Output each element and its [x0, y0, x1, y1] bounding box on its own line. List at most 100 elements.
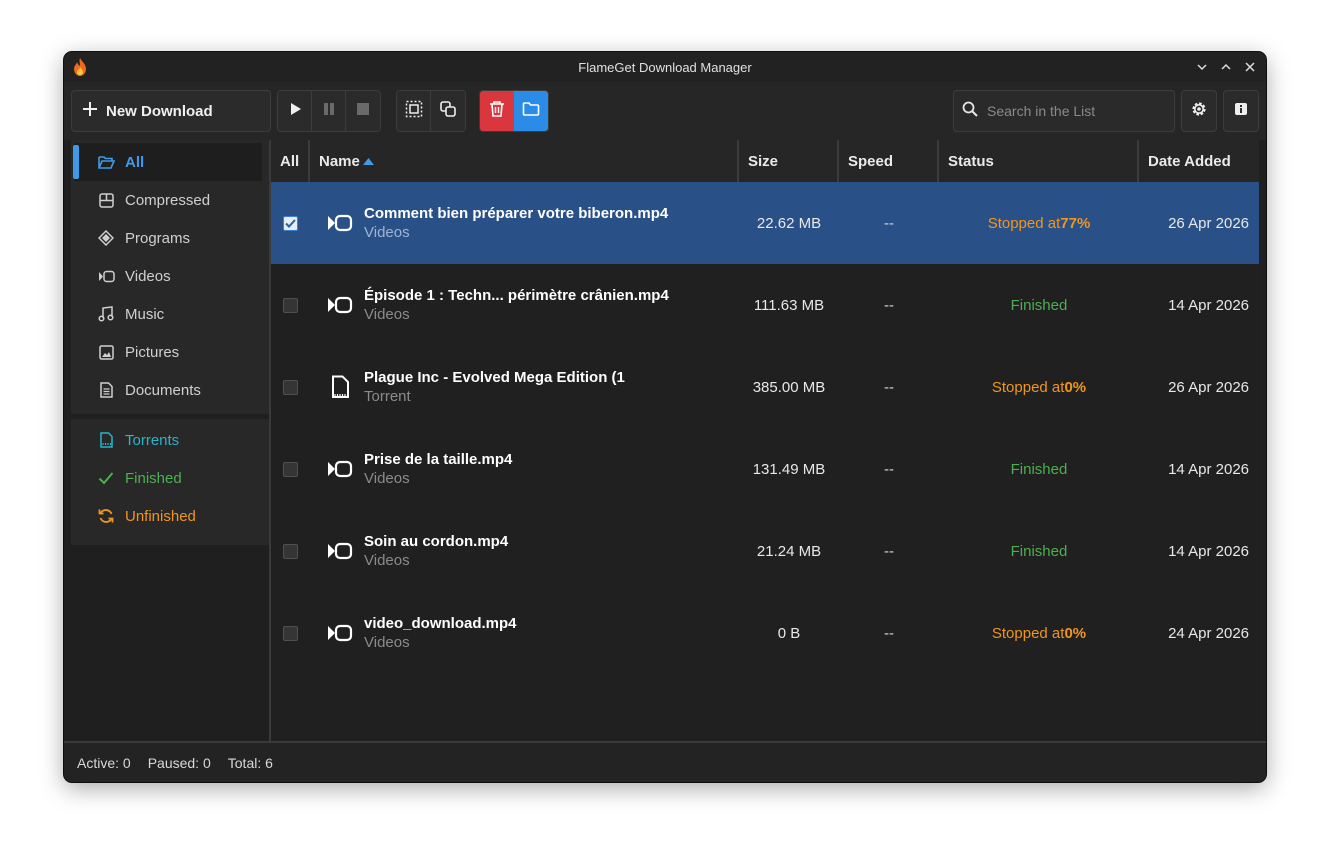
- file-meta: Épisode 1 : Techn... périmètre crânien.m…: [364, 287, 669, 323]
- video-file-icon: [326, 621, 354, 645]
- file-type: Videos: [364, 634, 410, 651]
- table-row[interactable]: Comment bien préparer votre biberon.mp4 …: [271, 182, 1259, 264]
- row-checkbox-cell: [271, 182, 310, 264]
- stop-icon: [357, 102, 369, 120]
- search-input[interactable]: [987, 103, 1167, 119]
- pause-icon: [322, 102, 336, 121]
- download-status: Finished: [939, 510, 1139, 592]
- status-filter-list: Torrents Finished Unfinished: [71, 419, 269, 545]
- file-meta: Plague Inc - Evolved Mega Edition (1 Tor…: [364, 369, 625, 405]
- resume-button[interactable]: [278, 91, 312, 131]
- sidebar-item-finished[interactable]: Finished: [71, 459, 269, 497]
- video-icon: [97, 267, 115, 285]
- date-added: 14 Apr 2026: [1168, 296, 1249, 314]
- column-header-name[interactable]: Name: [310, 140, 739, 182]
- new-download-button[interactable]: New Download: [71, 90, 271, 132]
- file-size: 385.00 MB: [752, 378, 826, 396]
- sidebar-item-programs[interactable]: Programs: [71, 219, 269, 257]
- download-status: Stopped at 0%: [939, 592, 1139, 674]
- file-type: Videos: [364, 552, 410, 569]
- folder-icon: [522, 101, 540, 122]
- minimize-button[interactable]: [1192, 57, 1212, 77]
- sidebar-item-torrents[interactable]: Torrents: [71, 421, 269, 459]
- file-type: Videos: [364, 470, 410, 487]
- status-text: Stopped at: [987, 214, 1061, 232]
- toolbar: New Download: [64, 82, 1266, 140]
- column-header-status[interactable]: Status: [939, 140, 1139, 182]
- row-checkbox[interactable]: [283, 379, 298, 395]
- row-checkbox[interactable]: [283, 297, 298, 313]
- stop-button[interactable]: [346, 91, 380, 131]
- row-checkbox[interactable]: [283, 215, 298, 231]
- file-type: Torrent: [364, 388, 411, 405]
- window-title: FlameGet Download Manager: [578, 59, 752, 75]
- playback-group: [277, 90, 381, 132]
- flame-icon: [71, 57, 89, 77]
- sidebar-item-label: Programs: [125, 229, 191, 247]
- gear-icon: [1190, 100, 1208, 123]
- row-checkbox-cell: [271, 264, 310, 346]
- column-header-size[interactable]: Size: [739, 140, 839, 182]
- file-name: Comment bien préparer votre biberon.mp4: [364, 205, 669, 222]
- row-checkbox-cell: [271, 510, 310, 592]
- copy-icon: [439, 100, 457, 123]
- sidebar-item-compressed[interactable]: Compressed: [71, 181, 269, 219]
- select-all-button[interactable]: [397, 91, 431, 131]
- category-list: All Compressed Programs Videos Music Pic…: [71, 140, 269, 414]
- folder-open-icon: [97, 153, 115, 171]
- settings-button[interactable]: [1181, 90, 1217, 132]
- date-added: 26 Apr 2026: [1168, 214, 1249, 232]
- table-row[interactable]: video_download.mp4 Videos 0 B -- Stopped…: [271, 592, 1259, 674]
- video-file-icon: [326, 211, 354, 235]
- sidebar-item-all[interactable]: All: [73, 143, 262, 181]
- sidebar-item-unfinished[interactable]: Unfinished: [71, 497, 269, 535]
- sidebar-item-label: Documents: [125, 381, 201, 399]
- paused-count: Paused: 0: [147, 754, 211, 771]
- file-name: video_download.mp4: [364, 615, 517, 632]
- column-header-speed[interactable]: Speed: [839, 140, 939, 182]
- table-row[interactable]: Épisode 1 : Techn... périmètre crânien.m…: [271, 264, 1259, 346]
- row-checkbox[interactable]: [283, 543, 298, 559]
- maximize-button[interactable]: [1216, 57, 1236, 77]
- status-text: Stopped at: [991, 624, 1065, 642]
- close-button[interactable]: [1240, 57, 1260, 77]
- date-added: 14 Apr 2026: [1168, 460, 1249, 478]
- table-row[interactable]: Prise de la taille.mp4 Videos 131.49 MB …: [271, 428, 1259, 510]
- pause-button[interactable]: [312, 91, 346, 131]
- about-button[interactable]: [1223, 90, 1259, 132]
- download-status: Finished: [939, 428, 1139, 510]
- torrent-icon: [97, 431, 115, 449]
- sidebar-item-label: Finished: [125, 469, 182, 487]
- row-checkbox-cell: [271, 428, 310, 510]
- row-checkbox[interactable]: [283, 625, 298, 641]
- video-file-icon: [326, 457, 354, 481]
- search-box[interactable]: [953, 90, 1175, 132]
- torrent-file-icon: [326, 375, 354, 399]
- download-status: Stopped at 0%: [939, 346, 1139, 428]
- file-name-cell: Soin au cordon.mp4 Videos: [310, 510, 739, 592]
- delete-button[interactable]: [480, 91, 514, 131]
- file-name-cell: Prise de la taille.mp4 Videos: [310, 428, 739, 510]
- download-speed: --: [884, 296, 894, 314]
- title-bar: FlameGet Download Manager: [64, 52, 1266, 82]
- sidebar-item-music[interactable]: Music: [71, 295, 269, 333]
- file-size: 131.49 MB: [752, 460, 826, 478]
- file-name-cell: video_download.mp4 Videos: [310, 592, 739, 674]
- column-header-all[interactable]: All: [271, 140, 310, 182]
- copy-button[interactable]: [431, 91, 465, 131]
- sidebar-item-label: All: [125, 153, 145, 171]
- table-row[interactable]: Plague Inc - Evolved Mega Edition (1 Tor…: [271, 346, 1259, 428]
- column-header-name-label: Name: [319, 152, 360, 170]
- sidebar-item-videos[interactable]: Videos: [71, 257, 269, 295]
- open-folder-button[interactable]: [514, 91, 548, 131]
- search-icon: [962, 101, 978, 122]
- row-checkbox[interactable]: [283, 461, 298, 477]
- sidebar-item-pictures[interactable]: Pictures: [71, 333, 269, 371]
- table-header: All Name Size Speed Status Date Added: [271, 140, 1259, 182]
- video-file-icon: [326, 539, 354, 563]
- sidebar-item-documents[interactable]: Documents: [71, 371, 269, 409]
- table-row[interactable]: Soin au cordon.mp4 Videos 21.24 MB -- Fi…: [271, 510, 1259, 592]
- column-header-date-added[interactable]: Date Added: [1139, 140, 1259, 182]
- sidebar-item-label: Torrents: [125, 431, 180, 449]
- selection-group: [396, 90, 466, 132]
